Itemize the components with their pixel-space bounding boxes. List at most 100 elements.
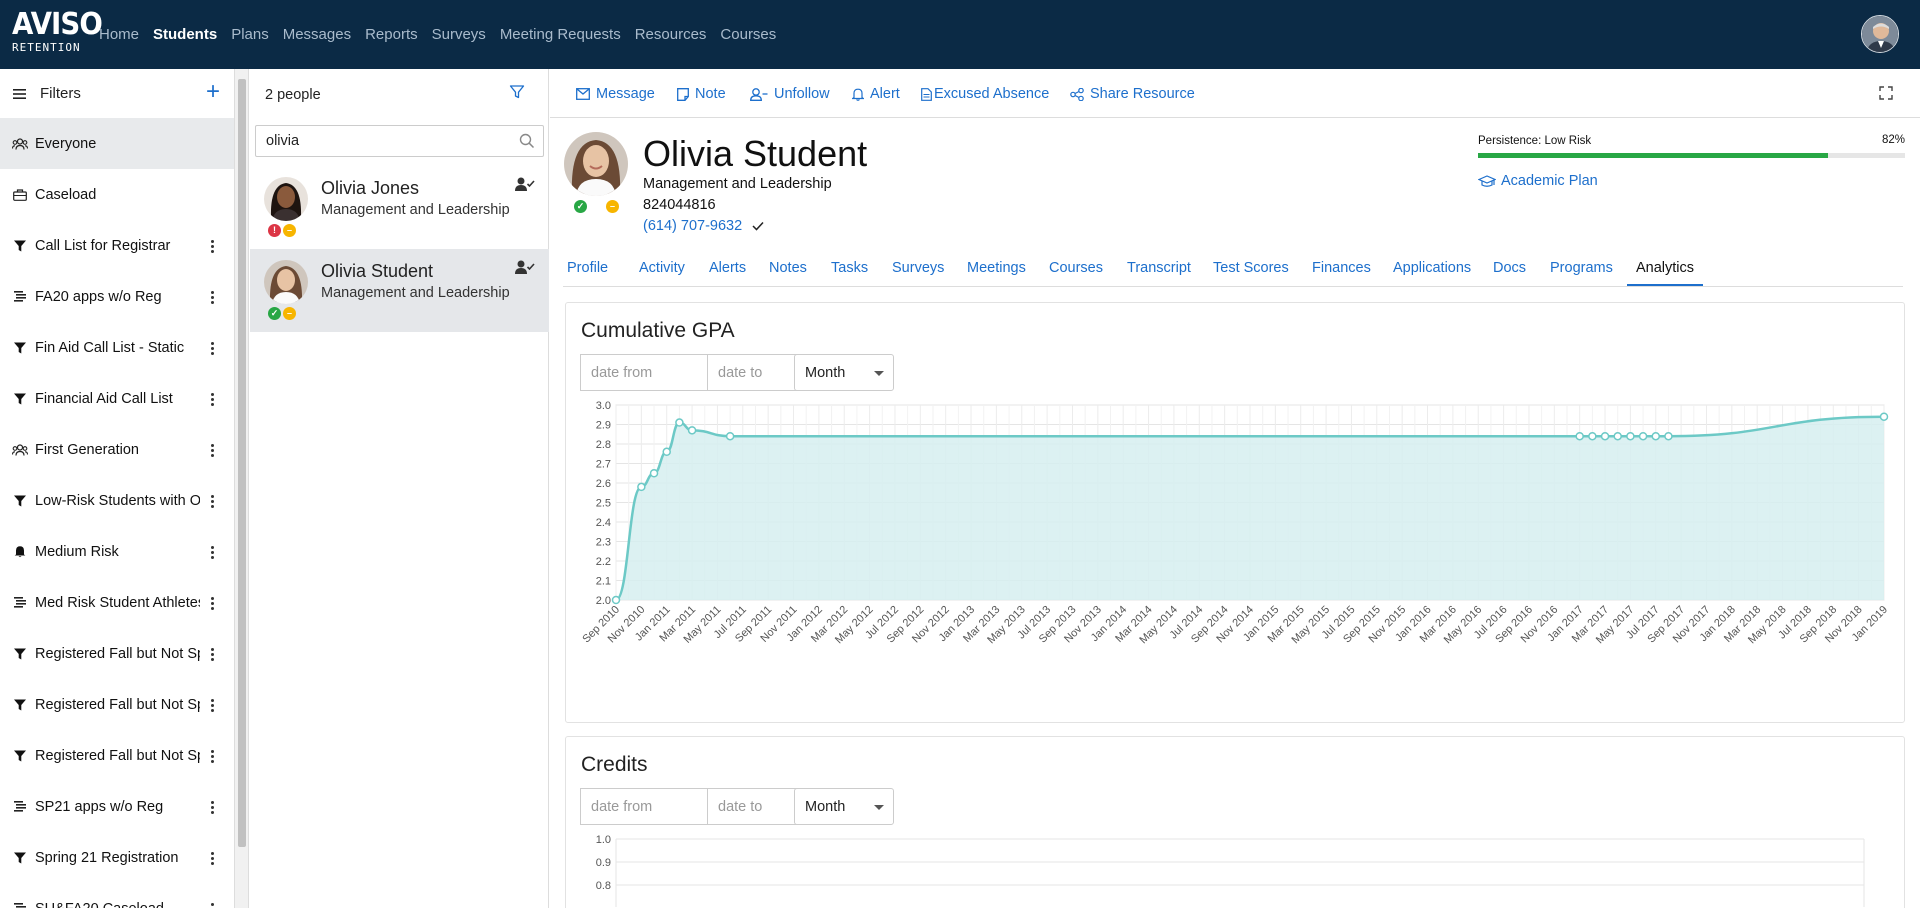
filter-item-label: Low-Risk Students with Op [35, 492, 200, 509]
tab-applications[interactable]: Applications [1393, 260, 1471, 276]
tab-courses[interactable]: Courses [1049, 260, 1103, 276]
nav-courses[interactable]: Courses [720, 26, 776, 43]
more-options-icon[interactable] [211, 597, 215, 610]
filter-item[interactable]: First Generation [0, 424, 234, 475]
share-resource-button[interactable]: Share Resource [1070, 86, 1195, 102]
following-icon[interactable] [515, 176, 535, 192]
nav-surveys[interactable]: Surveys [432, 26, 486, 43]
more-options-icon[interactable] [211, 240, 215, 253]
y-tick-label: 2.2 [596, 556, 611, 568]
tab-test-scores[interactable]: Test Scores [1213, 260, 1289, 276]
nav-reports[interactable]: Reports [365, 26, 418, 43]
message-button[interactable]: Message [576, 86, 655, 102]
academic-plan-link[interactable]: Academic Plan [1478, 173, 1598, 189]
filter-item-label: Caseload [35, 186, 97, 203]
tab-meetings[interactable]: Meetings [967, 260, 1026, 276]
nav-meeting-requests[interactable]: Meeting Requests [500, 26, 621, 43]
filter-item[interactable]: Everyone [0, 118, 234, 169]
tab-surveys[interactable]: Surveys [892, 260, 944, 276]
filter-item[interactable]: Financial Aid Call List [0, 373, 234, 424]
gpa-point [687, 426, 697, 435]
filter-item[interactable]: Low-Risk Students with Op [0, 475, 234, 526]
tab-profile[interactable]: Profile [567, 260, 608, 276]
gpa-point [637, 482, 646, 492]
more-options-icon[interactable] [211, 495, 215, 508]
person-name: Olivia Student [321, 261, 434, 281]
more-options-icon[interactable] [211, 342, 215, 355]
filter-item[interactable]: FA20 apps w/o Reg [0, 271, 234, 322]
filter-item[interactable]: SU&FA20 Caseload [0, 883, 234, 908]
filter-item[interactable]: Medium Risk [0, 526, 234, 577]
tab-programs[interactable]: Programs [1550, 260, 1613, 276]
tab-tasks[interactable]: Tasks [831, 260, 868, 276]
tab-finances[interactable]: Finances [1312, 260, 1371, 276]
more-options-icon[interactable] [211, 546, 215, 559]
gpa-point [662, 447, 671, 457]
unfollow-button[interactable]: Unfollow [750, 86, 830, 102]
gpa-period-select[interactable]: Month [794, 354, 894, 391]
note-button[interactable]: Note [677, 86, 726, 102]
search-icon[interactable] [519, 133, 535, 149]
more-options-icon[interactable] [211, 648, 215, 661]
chevron-down-icon [874, 371, 884, 376]
academic-plan-label: Academic Plan [1501, 173, 1598, 189]
more-options-icon[interactable] [211, 699, 215, 712]
more-options-icon[interactable] [211, 393, 215, 406]
student-detail: Message Note Unfollow Alert Excused Abse… [550, 69, 1920, 908]
student-phone[interactable]: (614) 707-9632 [643, 218, 742, 234]
fullscreen-icon[interactable] [1879, 86, 1893, 100]
tab-alerts[interactable]: Alerts [709, 260, 746, 276]
tab-transcript[interactable]: Transcript [1127, 260, 1191, 276]
filter-item[interactable]: SP21 apps w/o Reg [0, 781, 234, 832]
gpa-area [616, 416, 1884, 600]
filter-item[interactable]: Registered Fall but Not Sp [0, 628, 234, 679]
nav-home[interactable]: Home [99, 26, 139, 43]
scrollbar-thumb[interactable] [238, 79, 246, 847]
persistence-bar [1478, 153, 1905, 158]
person-row[interactable]: Olivia Jones Management and Leadership !… [250, 166, 549, 249]
filters-sidebar: Filters + Everyone Caseload Call List for … [0, 69, 235, 908]
search-input[interactable] [256, 126, 506, 156]
nav-students[interactable]: Students [153, 26, 217, 43]
nav-messages[interactable]: Messages [283, 26, 351, 43]
gpa-date-from[interactable]: date from [580, 354, 708, 391]
add-filter-icon[interactable]: + [206, 80, 220, 104]
person-program: Management and Leadership [321, 285, 510, 301]
filters-scrollbar[interactable] [235, 69, 249, 908]
document-icon [921, 87, 932, 101]
filter-item[interactable]: Med Risk Student Athletes [0, 577, 234, 628]
credits-card-title: Credits [581, 753, 648, 776]
more-options-icon[interactable] [211, 903, 215, 908]
tab-activity[interactable]: Activity [639, 260, 685, 276]
nav-resources[interactable]: Resources [635, 26, 707, 43]
tab-notes[interactable]: Notes [769, 260, 807, 276]
credits-period-select[interactable]: Month [794, 788, 894, 825]
more-options-icon[interactable] [211, 750, 215, 763]
tab-analytics[interactable]: Analytics [1636, 260, 1694, 276]
following-icon[interactable] [515, 259, 535, 275]
more-options-icon[interactable] [211, 291, 215, 304]
user-avatar[interactable] [1861, 15, 1899, 53]
more-options-icon[interactable] [211, 444, 215, 457]
filter-item[interactable]: Spring 21 Registration [0, 832, 234, 883]
action-bar: Message Note Unfollow Alert Excused Abse… [550, 69, 1920, 118]
credits-date-from[interactable]: date from [580, 788, 708, 825]
alert-button[interactable]: Alert [852, 86, 900, 102]
more-options-icon[interactable] [211, 801, 215, 814]
menu-icon[interactable] [13, 89, 26, 99]
excused-absence-button[interactable]: Excused Absence [921, 86, 1049, 102]
person-row[interactable]: Olivia Student Management and Leadership… [250, 249, 549, 332]
filter-item[interactable]: Caseload [0, 169, 234, 220]
gpa-point [1664, 431, 1673, 441]
nav-plans[interactable]: Plans [231, 26, 269, 43]
filter-item[interactable]: Registered Fall but Not Sp [0, 730, 234, 781]
filter-item[interactable]: Registered Fall but Not Sp [0, 679, 234, 730]
tab-docs[interactable]: Docs [1493, 260, 1526, 276]
aviso-logo[interactable]: AVISO RETENTION [12, 9, 103, 61]
gpa-point [1588, 431, 1597, 441]
filter-item[interactable]: Fin Aid Call List - Static [0, 322, 234, 373]
filter-item-label: Medium Risk [35, 543, 119, 560]
filter-item[interactable]: Call List for Registrar [0, 220, 234, 271]
filter-icon[interactable] [509, 84, 525, 100]
more-options-icon[interactable] [211, 852, 215, 865]
